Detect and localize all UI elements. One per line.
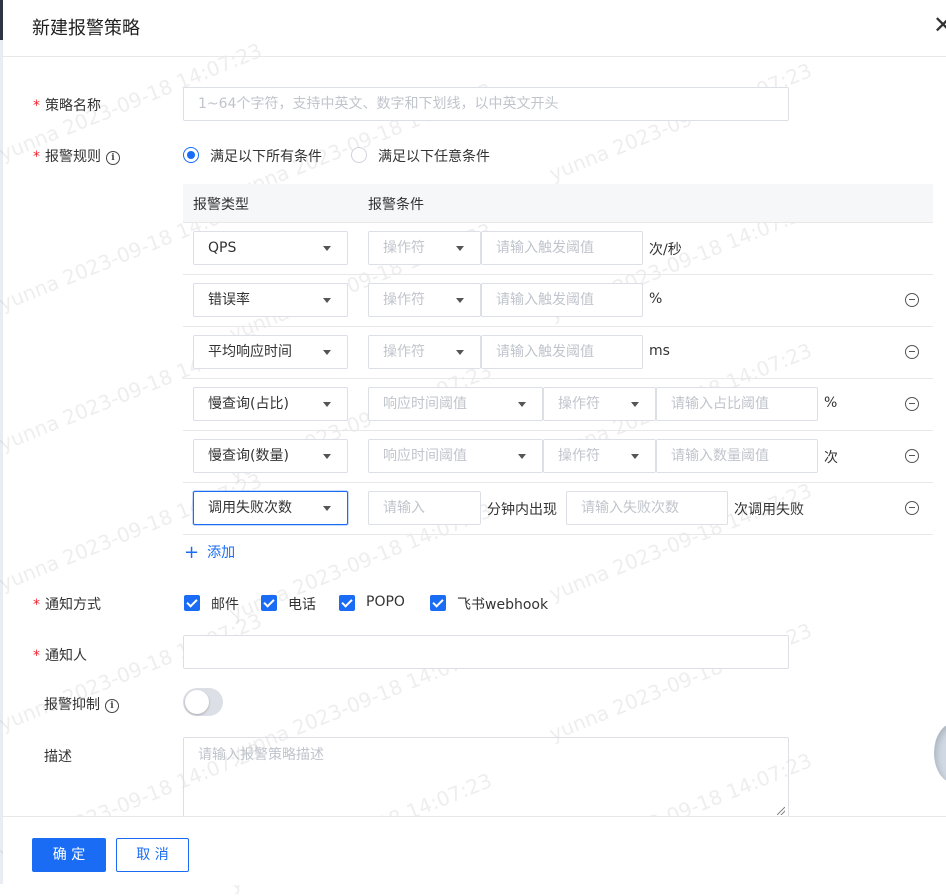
row-divider — [183, 378, 933, 379]
notify-people-input[interactable] — [183, 635, 789, 669]
row-divider — [183, 274, 933, 275]
row-divider — [183, 482, 933, 483]
ratio-threshold-input[interactable]: 请输入占比阈值 — [656, 387, 818, 421]
name-label: * 策略名称 — [33, 98, 101, 114]
notify-method-label: * 通知方式 — [33, 597, 101, 613]
alert-type-select[interactable]: 平均响应时间 — [193, 335, 348, 369]
column-header-condition: 报警条件 — [368, 197, 424, 213]
operator-select[interactable]: 操作符 — [368, 335, 481, 369]
alert-type-select[interactable]: QPS — [193, 231, 348, 265]
minutes-input[interactable]: 请输入 — [368, 491, 481, 525]
required-asterisk: * — [33, 149, 40, 165]
radio-match-any[interactable] — [351, 147, 367, 163]
dialog-header: 新建报警策略 ✕ — [3, 0, 946, 57]
add-rule-button[interactable]: + 添加 — [184, 542, 235, 563]
unit-label: % — [824, 395, 838, 411]
chevron-down-icon — [631, 454, 639, 459]
operator-select[interactable]: 操作符 — [368, 283, 481, 317]
unit-label: ms — [649, 343, 670, 359]
description-textarea[interactable]: 请输入报警策略描述 — [183, 737, 789, 819]
checkbox-email[interactable] — [184, 595, 200, 611]
count-threshold-input[interactable]: 请输入数量阈值 — [656, 439, 818, 473]
remove-row-icon[interactable] — [905, 293, 919, 307]
radio-match-any-label[interactable]: 满足以下任意条件 — [378, 146, 490, 166]
minutes-text: 分钟内出现 — [487, 502, 557, 518]
checkbox-phone[interactable] — [261, 595, 277, 611]
chevron-down-icon — [518, 454, 526, 459]
checkbox-phone-label[interactable]: 电话 — [288, 594, 316, 614]
watermark: yunna 2023-09-18 14:07:23 — [0, 468, 266, 596]
dialog-title: 新建报警策略 — [32, 18, 140, 39]
chevron-down-icon — [456, 298, 464, 303]
background-page-edge — [0, 0, 3, 884]
watermark: yunna 2023-09-18 14:07:23 — [545, 58, 816, 186]
remove-row-icon[interactable] — [905, 397, 919, 411]
row-divider — [183, 534, 933, 535]
notify-people-label: * 通知人 — [33, 648, 87, 664]
operator-select[interactable]: 操作符 — [543, 439, 656, 473]
confirm-button[interactable]: 确 定 — [32, 838, 106, 872]
close-icon[interactable]: ✕ — [933, 13, 946, 37]
chevron-down-icon — [323, 350, 331, 355]
unit-label: 次/秒 — [649, 242, 682, 258]
operator-select[interactable]: 操作符 — [543, 387, 656, 421]
threshold-input[interactable]: 请输入触发阈值 — [481, 335, 643, 369]
chevron-down-icon — [323, 246, 331, 251]
failure-count-input[interactable]: 请输入失败次数 — [566, 491, 728, 525]
threshold-input[interactable]: 请输入触发阈值 — [481, 231, 643, 265]
alert-type-select[interactable]: 慢查询(数量) — [193, 439, 348, 473]
chevron-down-icon — [456, 246, 464, 251]
resize-handle-icon[interactable] — [777, 807, 785, 815]
column-header-type: 报警类型 — [193, 197, 249, 213]
checkbox-popo-label[interactable]: POPO — [366, 594, 405, 610]
remove-row-icon[interactable] — [905, 345, 919, 359]
suppress-label: 报警抑制 i — [44, 694, 119, 714]
chevron-down-icon — [456, 350, 464, 355]
chevron-down-icon — [518, 402, 526, 407]
checkbox-feishu-webhook-label[interactable]: 飞书webhook — [457, 594, 548, 614]
response-time-threshold-select[interactable]: 响应时间阈值 — [368, 439, 543, 473]
chevron-down-icon — [323, 402, 331, 407]
response-time-threshold-select[interactable]: 响应时间阈值 — [368, 387, 543, 421]
checkbox-popo[interactable] — [339, 595, 355, 611]
checkbox-email-label[interactable]: 邮件 — [211, 594, 239, 614]
unit-label: 次 — [824, 450, 838, 466]
chevron-down-icon — [631, 402, 639, 407]
watermark: yunna 2023-09-18 14:07:23 — [0, 608, 266, 736]
info-icon[interactable]: i — [106, 151, 120, 165]
rules-label: * 报警规则 i — [33, 146, 120, 166]
description-label: 描述 — [44, 749, 72, 765]
floating-assistant-icon[interactable] — [934, 723, 946, 783]
plus-icon: + — [184, 542, 200, 563]
unit-label: 次调用失败 — [734, 502, 804, 518]
operator-select[interactable]: 操作符 — [368, 231, 481, 265]
strategy-name-input[interactable]: 1~64个字符，支持中英文、数字和下划线，以中英文开头 — [183, 87, 789, 121]
chevron-down-icon — [323, 298, 331, 303]
remove-row-icon[interactable] — [905, 501, 919, 515]
row-divider — [183, 430, 933, 431]
row-divider — [183, 326, 933, 327]
info-icon[interactable]: i — [105, 699, 119, 713]
alert-type-select[interactable]: 错误率 — [193, 283, 348, 317]
required-asterisk: * — [33, 98, 40, 114]
alert-type-select[interactable]: 调用失败次数 — [193, 491, 348, 525]
chevron-down-icon — [323, 454, 331, 459]
chevron-down-icon — [323, 506, 331, 511]
required-asterisk: * — [33, 648, 40, 664]
threshold-input[interactable]: 请输入触发阈值 — [481, 283, 643, 317]
alert-type-select[interactable]: 慢查询(占比) — [193, 387, 348, 421]
required-asterisk: * — [33, 597, 40, 613]
remove-row-icon[interactable] — [905, 449, 919, 463]
checkbox-feishu-webhook[interactable] — [430, 595, 446, 611]
toggle-knob — [185, 690, 209, 714]
cancel-button[interactable]: 取 消 — [116, 838, 189, 872]
radio-match-all[interactable] — [183, 147, 199, 163]
dialog-footer: 确 定 取 消 — [3, 816, 946, 885]
unit-label: % — [649, 291, 663, 307]
rules-table-header: 报警类型 报警条件 — [183, 184, 933, 223]
suppress-toggle[interactable] — [183, 688, 223, 716]
radio-match-all-label[interactable]: 满足以下所有条件 — [210, 146, 322, 166]
